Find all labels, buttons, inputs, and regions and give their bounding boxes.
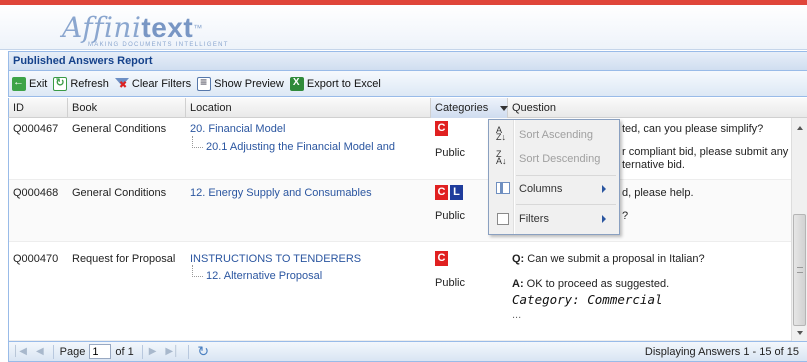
excel-icon <box>289 76 304 91</box>
show-preview-button[interactable]: Show Preview <box>197 74 284 94</box>
cell-visibility: Public <box>435 277 465 289</box>
table-row[interactable]: Q000467 General Conditions 20. Financial… <box>9 118 791 180</box>
submenu-arrow-icon <box>602 215 606 223</box>
app-header: Affinitext™ MAKING DOCUMENTS INTELLIGENT <box>0 5 807 50</box>
filter-checkbox-icon[interactable] <box>497 213 509 225</box>
menu-item-columns[interactable]: Columns <box>489 177 619 201</box>
category-badge-c: C <box>435 185 448 200</box>
prev-page-icon[interactable]: ◀ <box>36 346 44 357</box>
page-count: of 1 <box>115 345 134 358</box>
sort-asc-icon: A Z↓ <box>496 125 506 142</box>
column-header-categories[interactable]: Categories <box>431 98 508 118</box>
answer-category: Category: Commercial <box>512 292 663 307</box>
clear-filters-button[interactable]: Clear Filters <box>114 74 191 94</box>
sublocation-link[interactable]: 20.1 Adjusting the Financial Model and <box>192 136 395 153</box>
toolbar: Exit Refresh Clear Filters Show Preview … <box>8 71 807 97</box>
logo-tagline: MAKING DOCUMENTS INTELLIGENT <box>88 42 229 48</box>
exit-button[interactable]: Exit <box>12 74 47 94</box>
column-header-id[interactable]: ID <box>9 98 68 118</box>
refresh-icon <box>53 76 68 91</box>
category-badge-c: C <box>435 121 448 136</box>
table-row[interactable]: Q000468 General Conditions 12. Energy Su… <box>9 180 791 242</box>
question-text: Q: Can we submit a proposal in Italian? <box>512 253 705 265</box>
app-logo: Affinitext™ <box>62 11 203 44</box>
answer-text: r compliant bid, please submit any <box>622 146 789 158</box>
more-ellipsis: ... <box>512 309 522 321</box>
cell-visibility: Public <box>435 147 465 159</box>
answer-text: ternative bid. <box>622 159 685 171</box>
pager-separator <box>141 344 143 359</box>
column-menu-trigger-icon[interactable] <box>500 106 508 111</box>
menu-item-sort-descending[interactable]: Z A↓ Sort Descending <box>489 147 619 171</box>
page-number-input[interactable] <box>89 344 112 359</box>
column-header-location[interactable]: Location <box>186 98 431 118</box>
cell-book: General Conditions <box>72 187 167 199</box>
answer-text: ? <box>622 210 629 222</box>
column-header-question[interactable]: Question <box>508 98 807 118</box>
submenu-arrow-icon <box>602 185 606 193</box>
pager-refresh-icon[interactable]: ↻ <box>197 343 209 360</box>
table-row[interactable]: Q000470 Request for Proposal INSTRUCTION… <box>9 242 791 341</box>
cell-id: Q000468 <box>13 187 59 199</box>
answer-text: A: OK to proceed as suggested. <box>512 278 670 290</box>
category-badge-l: L <box>450 185 463 200</box>
cell-id: Q000467 <box>13 123 59 135</box>
columns-icon <box>496 182 510 194</box>
scroll-up-icon[interactable] <box>797 126 803 130</box>
exit-icon <box>12 76 26 91</box>
cell-book: Request for Proposal <box>72 253 176 265</box>
pagination-bar: │◀ ◀ Page of 1 ▶ ▶│ ↻ Displaying Answers… <box>8 341 807 362</box>
question-text: ted, can you please simplify? <box>622 123 764 135</box>
location-link[interactable]: INSTRUCTIONS TO TENDERERS <box>190 253 361 265</box>
cell-book: General Conditions <box>72 123 167 135</box>
column-context-menu: A Z↓ Sort Ascending Z A↓ Sort Descending C… <box>488 119 620 235</box>
grid-body: Q000467 General Conditions 20. Financial… <box>8 118 791 341</box>
menu-separator <box>516 175 616 176</box>
scrollbar-thumb[interactable] <box>793 214 806 326</box>
column-header-book[interactable]: Book <box>68 98 186 118</box>
question-text: d, please help. <box>622 187 694 199</box>
cell-id: Q000470 <box>13 253 59 265</box>
vertical-scrollbar[interactable] <box>791 118 807 341</box>
grid-header: ID Book Location Categories Question <box>8 98 807 118</box>
sort-desc-icon: Z A↓ <box>496 149 507 166</box>
last-page-icon[interactable]: ▶│ <box>165 346 179 357</box>
category-badge-c: C <box>435 251 448 266</box>
scroll-down-icon[interactable] <box>797 331 803 335</box>
clear-filter-icon <box>114 77 129 91</box>
pager-info: Displaying Answers 1 - 15 of 15 <box>644 346 799 358</box>
export-excel-button[interactable]: Export to Excel <box>289 74 381 94</box>
menu-separator <box>516 204 616 205</box>
refresh-button[interactable]: Refresh <box>53 74 109 94</box>
first-page-icon[interactable]: │◀ <box>13 346 27 357</box>
cell-visibility: Public <box>435 210 465 222</box>
menu-item-sort-ascending[interactable]: A Z↓ Sort Ascending <box>489 123 619 147</box>
grip-icon <box>797 267 803 273</box>
next-page-icon[interactable]: ▶ <box>149 346 157 357</box>
preview-icon <box>197 75 212 91</box>
panel-title: Published Answers Report <box>8 51 807 71</box>
location-link[interactable]: 12. Energy Supply and Consumables <box>190 187 372 199</box>
sublocation-link[interactable]: 12. Alternative Proposal <box>191 265 322 282</box>
page-label: Page <box>59 345 86 358</box>
pager-separator <box>52 344 54 359</box>
menu-item-filters[interactable]: Filters <box>489 207 619 231</box>
pager-separator <box>188 344 190 359</box>
location-link[interactable]: 20. Financial Model <box>190 123 285 135</box>
